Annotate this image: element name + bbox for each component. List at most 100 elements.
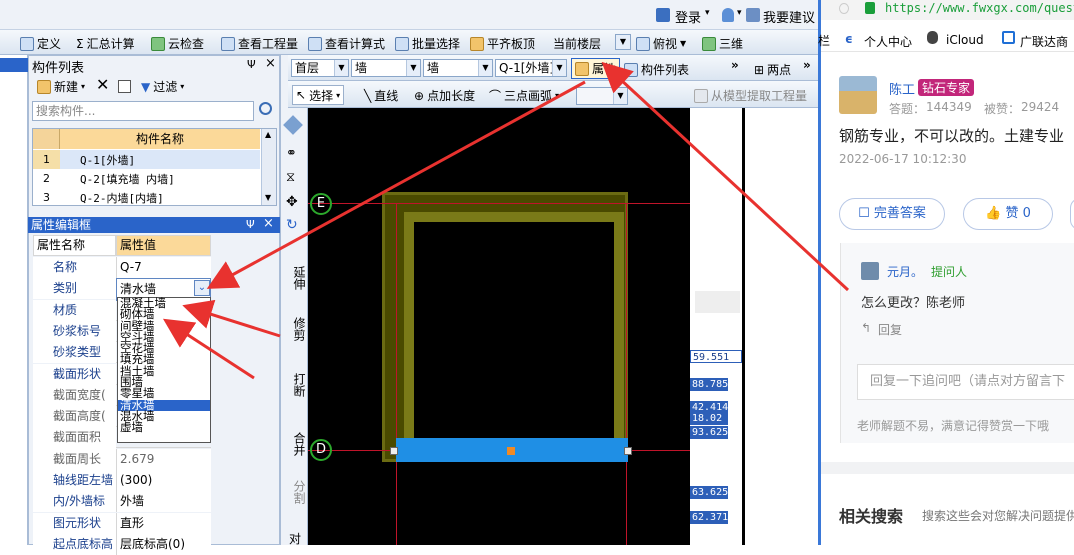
property-value[interactable]: (300) (116, 470, 211, 491)
merge-button[interactable]: 合并 (285, 432, 306, 456)
element-type-select[interactable]: 墙 ▼ (351, 59, 421, 77)
view-formula-button[interactable]: 查看计算式 (308, 35, 385, 52)
property-value[interactable]: 层底标高(0) (116, 533, 211, 555)
table-scrollbar[interactable]: ▲ ▼ (261, 129, 276, 205)
search-icon[interactable] (259, 102, 272, 115)
point-length-button[interactable]: ⊕ 点加长度 (414, 87, 475, 104)
align-slab-button[interactable]: 平齐板顶 (470, 35, 535, 52)
property-row[interactable]: 内/外墙标 外墙 (33, 491, 211, 513)
property-value[interactable]: 直形 (116, 512, 211, 534)
floor-dropdown[interactable]: ▼ (615, 34, 631, 50)
define-button[interactable]: 定义 (20, 35, 61, 52)
new-button[interactable]: 新建 ▾ (37, 78, 85, 95)
drawing-canvas[interactable]: E D (308, 108, 690, 545)
property-value[interactable]: 2.679 (116, 448, 211, 470)
close-icon[interactable]: × (263, 216, 274, 232)
table-row[interactable]: 3 Q-2-内墙[内墙] (33, 188, 260, 207)
chevron-down-icon[interactable]: ▾ (737, 8, 742, 18)
bookmark-personal[interactable]: 个人中心 (864, 33, 912, 50)
split-button[interactable]: 分割 (285, 480, 306, 504)
more-icon[interactable]: » (731, 58, 739, 72)
sum-calc-button[interactable]: Σ 汇总计算 (76, 35, 135, 52)
suggest-icon[interactable] (746, 8, 760, 22)
property-value[interactable]: 外墙 (116, 491, 211, 513)
select-button[interactable]: ↖ 选择 ▾ (292, 85, 345, 105)
pin-icon[interactable]: Ψ (247, 58, 256, 71)
like-button[interactable]: 👍 赞 0 (963, 198, 1053, 230)
close-icon[interactable]: × (265, 56, 276, 71)
category-dropdown-list[interactable]: 混凝土墙 砌体墙 间壁墙 空斗墙 空花墙 填充墙 挡土墙 围墙 零星墙 清水墙 混水墙 虚墙 (117, 297, 211, 443)
followup-user[interactable]: 元月。 (887, 263, 923, 280)
property-row[interactable]: 图元形状 直形 (33, 512, 211, 534)
extend-button[interactable]: 延伸 (285, 266, 306, 290)
category-dropdown-arrow[interactable]: ⌄ (194, 280, 210, 296)
arc-icon: ⌒ (489, 89, 502, 103)
element-subtype-select[interactable]: 墙 ▼ (423, 59, 493, 77)
reply-link[interactable]: 回复 (878, 321, 902, 338)
bell-icon[interactable] (722, 8, 734, 22)
property-row[interactable]: 轴线距左墙 (300) (33, 470, 211, 491)
trim-button[interactable]: 修剪 (285, 317, 306, 341)
move-icon[interactable]: ✥ (286, 194, 298, 210)
mirror-icon[interactable]: ⧖ (286, 170, 295, 185)
three-point-arc-button[interactable]: ⌒ 三点画弧 ▾ (489, 87, 559, 104)
copy-icon[interactable] (118, 80, 131, 93)
grip-handle[interactable] (624, 447, 632, 455)
grip-handle[interactable] (507, 447, 515, 455)
property-row[interactable]: 起点底标高 层底标高(0) (33, 533, 211, 555)
improve-answer-button[interactable]: ☐ 完善答案 (839, 198, 945, 230)
arc-option-select[interactable]: ▼ (576, 87, 628, 105)
table-row[interactable]: 2 Q-2[填充墙 内墙] (33, 169, 260, 188)
axis-bubble-e: E (310, 193, 332, 215)
url-text[interactable]: https://www.fwxgx.com/quest (885, 1, 1074, 15)
author-name[interactable]: 陈工 (889, 79, 915, 98)
property-name: 砂浆类型 (33, 342, 116, 364)
more-icon[interactable]: » (803, 58, 811, 72)
property-row[interactable]: 名称 Q-7 (33, 257, 211, 278)
search-input[interactable]: 搜索构件... (32, 101, 254, 121)
bookmark-glodon[interactable]: 广联达商 (1020, 33, 1068, 50)
batch-select-button[interactable]: 批量选择 (395, 35, 460, 52)
login-link[interactable]: 登录 (675, 7, 701, 26)
bookmark-icloud[interactable]: iCloud (946, 33, 984, 47)
current-floor-button[interactable]: 当前楼层 (553, 35, 601, 52)
delete-icon[interactable]: ✕ (96, 75, 109, 94)
followup-avatar[interactable] (861, 262, 879, 280)
align-button[interactable]: 对 (285, 533, 305, 546)
cloud-check-button[interactable]: 云检查 (151, 35, 204, 52)
property-button[interactable]: 属性 (571, 58, 621, 79)
top-view-button[interactable]: 俯视 ▼ (636, 35, 686, 52)
property-row[interactable]: 截面周长(m2.679 (33, 448, 211, 491)
avatar[interactable] (839, 76, 877, 114)
dropdown-option[interactable]: 虚墙 (118, 421, 210, 433)
chevron-up-icon[interactable]: ▲ (265, 130, 271, 139)
pin-icon[interactable]: Ψ (246, 217, 255, 233)
offset-icon[interactable]: ⚭ (286, 146, 297, 161)
extra-button-edge[interactable] (1070, 198, 1074, 230)
chevron-down-icon[interactable]: ▼ (265, 193, 271, 202)
property-value[interactable]: Q-7 (116, 257, 211, 278)
two-point-button[interactable]: ⊞ 两点 (754, 61, 791, 78)
filter-button[interactable]: ▼ 过滤 ▾ (141, 78, 184, 95)
extract-quantity-button[interactable]: 从模型提取工程量 (694, 87, 807, 104)
user-icon[interactable] (656, 8, 670, 22)
component-list-button[interactable]: 构件列表 (624, 61, 689, 78)
rotate-icon[interactable]: ↻ (286, 217, 298, 233)
formula-icon (308, 36, 322, 51)
grip-handle[interactable] (390, 447, 398, 455)
chevron-down-icon[interactable]: ▾ (705, 8, 710, 18)
line-button[interactable]: ╲ 直线 (364, 87, 398, 104)
section-gap (821, 462, 1074, 474)
reply-icon[interactable]: ↰ (861, 321, 871, 335)
chevron-down-icon: ▼ (613, 88, 627, 104)
break-button[interactable]: 打断 (285, 373, 306, 397)
reply-input[interactable]: 回复一下追问吧（请点对方留言下 (857, 364, 1074, 400)
table-row[interactable]: 1 Q-1[外墙] (33, 150, 260, 169)
component-select[interactable]: Q-1[外墙] ▼ (495, 59, 567, 77)
suggest-link[interactable]: 我要建议 (763, 7, 815, 26)
tip-note: 老师解题不易，满意记得赞赏一下哦 (857, 419, 1050, 433)
three-d-button[interactable]: 三维 (702, 35, 743, 52)
floor-select[interactable]: 首层 ▼ (291, 59, 349, 77)
view-quantity-button[interactable]: 查看工程量 (221, 35, 298, 52)
shield-icon (839, 3, 849, 14)
